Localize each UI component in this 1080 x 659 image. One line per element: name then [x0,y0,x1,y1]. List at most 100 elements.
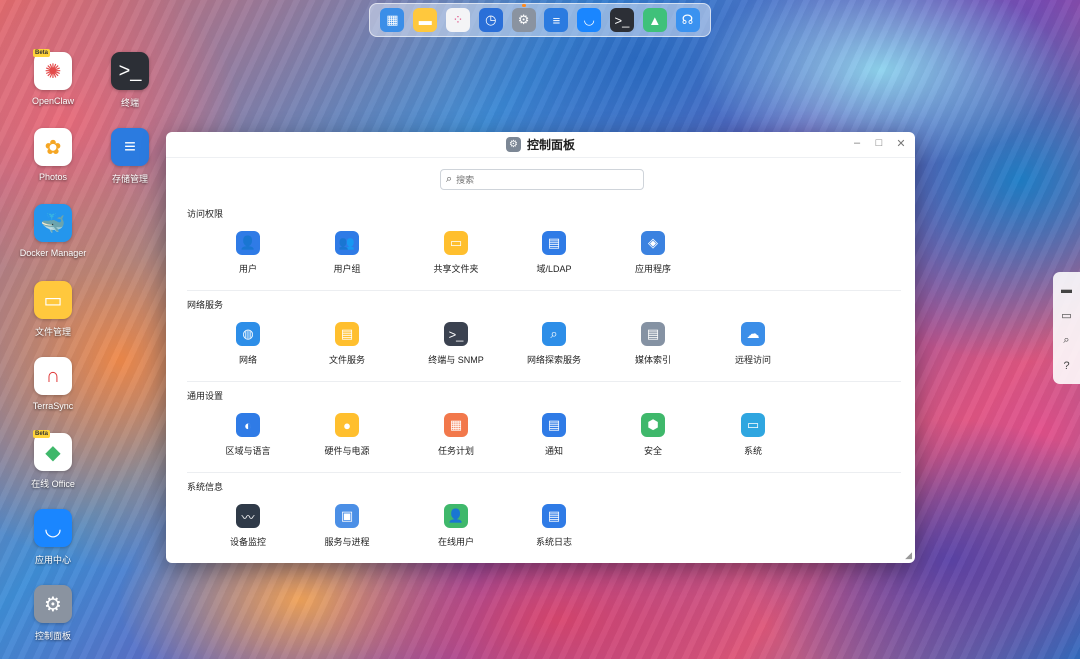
section-title: 通用设置 [187,391,224,401]
appcenter-icon: ◡ [34,509,72,547]
desktop-icon-storage[interactable]: ≡ 存储管理 [90,128,170,185]
docker-icon: 🐳 [34,204,72,242]
section-title: 访问权限 [187,209,224,219]
panel-item-label: 域/LDAP [536,264,572,274]
service-process-icon: ▣ [335,504,359,528]
panel-item-notification[interactable]: ▤ 通知 [509,413,599,457]
office-icon: ◆ Beta [33,430,72,471]
dock-storage-icon[interactable]: ≡ [544,8,569,32]
desktop-icon-terrasync[interactable]: ∩ TerraSync [13,357,93,411]
hardware-power-bulb-icon: ● [335,413,359,437]
panel-item-region-language[interactable]: ◐ 区域与语言 [203,413,293,457]
shared-folder-icon: ▭ [444,231,468,255]
desktop-icon-label: Photos [38,172,68,182]
panel-item-domain-ldap[interactable]: ▤ 域/LDAP [509,231,599,275]
section-3: 通用设置 ◐ 区域与语言 ● 硬件与电源 ▦ 任务计划 ▤ 通知 ⬢ 安全 ▭ 系统 [187,389,901,473]
desktop-icon-label: 文件管理 [34,327,71,337]
dock-support-icon[interactable]: ☊ [675,8,700,32]
resize-handle-icon[interactable]: ◢ [905,550,912,561]
section-4: 系统信息〰设备监控 ▣ 服务与进程 👤 在线用户 ▤ 系统日志 [187,480,901,547]
panel-item-hardware-power-bulb[interactable]: ● 硬件与电源 [302,413,392,457]
user-icon: 👤 [236,231,260,255]
panel-item-user-group[interactable]: 👥 用户组 [302,231,392,275]
panel-item-task-schedule-calendar[interactable]: ▦ 任务计划 [411,413,501,457]
panel-item-terminal-snmp[interactable]: >_ 终端与 SNMP [411,322,501,366]
terminal-icon: >_ [111,52,149,90]
dock: ▦ ▬ ⁘ ◷ ⚙ ≡ ◡ >_ ▲ ☊ [369,3,711,37]
right-toolbar: ▬ ▭ ⌕? [1053,272,1080,384]
panel-item-network-globe[interactable]: ◍ 网络 [203,322,293,366]
dock-photos-tree-icon[interactable]: ▲ [642,8,667,32]
search-box[interactable]: ⌕ [440,169,644,190]
right-toolbar-chat-icon[interactable]: ▭ [1061,309,1071,322]
panel-item-file-service[interactable]: ▤ 文件服务 [302,322,392,366]
section-divider [187,472,901,473]
panel-item-system-log[interactable]: ▤ 系统日志 [509,504,599,548]
panel-item-device-monitor[interactable]: 〰设备监控 [203,504,293,548]
panel-item-label: 远程访问 [734,355,771,365]
online-user-icon: 👤 [444,504,468,528]
panel-item-security-shield[interactable]: ⬢ 安全 [608,413,698,457]
panel-item-label: 安全 [643,446,662,456]
panel-item-system-monitor[interactable]: ▭ 系统 [708,413,798,457]
right-toolbar-message-icon[interactable]: ▬ [1061,284,1072,296]
search-icon: ⌕ [446,173,453,185]
section-divider [187,290,901,291]
media-index-icon: ▤ [641,322,665,346]
dock-settings-icon[interactable]: ⚙ [511,4,536,32]
dock-app-center-icon[interactable]: ◡ [577,8,602,32]
panel-item-label: 区域与语言 [225,446,271,456]
maximize-button[interactable]: □ [873,137,885,150]
dock-terminal-icon[interactable]: >_ [609,8,634,32]
panel-item-label: 硬件与电源 [324,446,370,456]
dock-backup-icon[interactable]: ◷ [478,8,503,32]
desktop-icon-openclaw[interactable]: ✺ Beta OpenClaw [13,49,93,106]
right-toolbar-help-icon[interactable]: ? [1063,360,1069,372]
panel-item-label: 网络探索服务 [526,355,581,365]
section-divider [187,381,901,382]
panel-item-application[interactable]: ◈ 应用程序 [608,231,698,275]
desktop-icon-label: 存储管理 [111,174,148,184]
panel-item-network-discovery[interactable]: ⌕ 网络探索服务 [509,322,599,366]
panel-item-remote-access-cloud[interactable]: ☁ 远程访问 [708,322,798,366]
desktop-icon-files[interactable]: ▭ 文件管理 [13,281,93,338]
desktop-icon-label: 终端 [120,98,139,108]
storage-icon: ≡ [111,128,149,166]
panel-item-label: 网络 [238,355,257,365]
desktop-icon-terminal[interactable]: >_ 终端 [90,52,170,109]
desktop-icon-photos[interactable]: ✿ Photos [13,128,93,182]
dock-app-layout-icon[interactable]: ▦ [380,8,405,32]
desktop-icon-label: 应用中心 [34,555,71,565]
user-group-icon: 👥 [335,231,359,255]
security-shield-icon: ⬢ [641,413,665,437]
panel-item-online-user[interactable]: 👤 在线用户 [411,504,501,548]
panel-item-label: 用户 [238,264,257,274]
dock-notes-icon[interactable]: ▬ [413,8,438,32]
desktop-icon-docker[interactable]: 🐳 Docker Manager [13,204,93,258]
close-button[interactable]: ✕ [895,137,907,150]
desktop-icon-controlpanel[interactable]: ⚙ 控制面板 [13,585,93,642]
application-icon: ◈ [641,231,665,255]
system-monitor-icon: ▭ [741,413,765,437]
desktop-icon-office[interactable]: ◆ Beta 在线 Office [13,430,93,490]
panel-item-user[interactable]: 👤 用户 [203,231,293,275]
network-discovery-icon: ⌕ [542,322,566,346]
panel-item-service-process[interactable]: ▣ 服务与进程 [302,504,392,548]
panel-item-shared-folder[interactable]: ▭ 共享文件夹 [411,231,501,275]
remote-access-cloud-icon: ☁ [741,322,765,346]
photos-icon: ✿ [34,128,72,166]
panel-item-label: 文件服务 [328,355,365,365]
window-titlebar[interactable]: ⚙ 控制面板 – □ ✕ [166,132,915,158]
right-toolbar-search-icon[interactable]: ⌕ [1063,334,1069,347]
panel-item-label: 终端与 SNMP [428,355,484,365]
search-input[interactable] [456,174,627,185]
beta-badge: Beta [33,49,51,57]
minimize-button[interactable]: – [851,137,863,150]
dock-app-grid-icon[interactable]: ⁘ [445,8,470,32]
panel-item-media-index[interactable]: ▤ 媒体索引 [608,322,698,366]
control-panel-window: ⚙ 控制面板 – □ ✕ ⌕ 访问权限 👤 用户 👥 用户组 ▭ 共享文件夹 ▤ 域/LDAP ◈… [166,132,915,563]
desktop-icon-appcenter[interactable]: ◡ 应用中心 [13,509,93,566]
section-title: 系统信息 [187,482,224,492]
device-monitor-icon: 〰 [236,504,260,528]
desktop-icon-label: OpenClaw [31,96,75,106]
